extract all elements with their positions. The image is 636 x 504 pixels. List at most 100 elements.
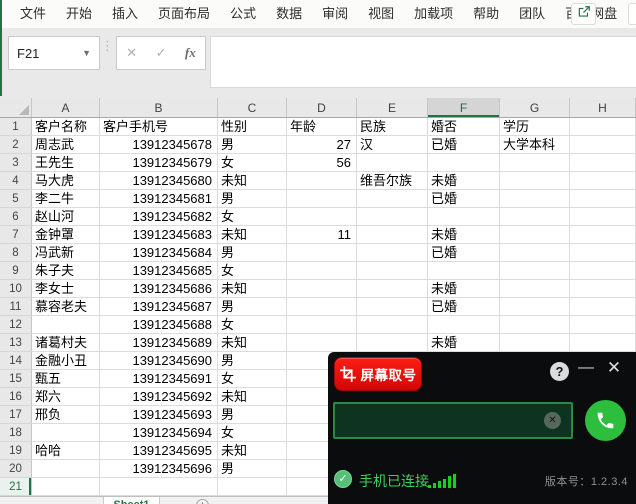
cell-H13[interactable] [570,334,636,352]
menu-item-文件[interactable]: 文件 [10,0,56,28]
cell-D12[interactable] [287,316,357,334]
cell-C16[interactable]: 未知 [218,388,287,406]
cell-D2[interactable]: 27 [287,136,357,154]
cell-A18[interactable] [32,424,100,442]
cell-E11[interactable] [357,298,428,316]
cell-E8[interactable] [357,244,428,262]
cell-E1[interactable]: 民族 [357,118,428,136]
row-header-16[interactable]: 16 [0,388,32,406]
cell-C17[interactable]: 男 [218,406,287,424]
name-box[interactable]: F21 ▼ [8,36,100,70]
cell-B14[interactable]: 13912345690 [100,352,218,370]
menu-item-加载项[interactable]: 加载项 [404,0,463,28]
cell-C1[interactable]: 性别 [218,118,287,136]
cell-H5[interactable] [570,190,636,208]
cell-G9[interactable] [500,262,570,280]
minimize-button[interactable]: — [575,356,597,380]
row-header-17[interactable]: 17 [0,406,32,424]
row-header-13[interactable]: 13 [0,334,32,352]
cell-C21[interactable] [218,478,287,496]
cell-E4[interactable]: 维吾尔族 [357,172,428,190]
row-header-18[interactable]: 18 [0,424,32,442]
cell-D11[interactable] [287,298,357,316]
cell-E13[interactable] [357,334,428,352]
row-header-12[interactable]: 12 [0,316,32,334]
cell-E10[interactable] [357,280,428,298]
row-header-10[interactable]: 10 [0,280,32,298]
cell-G1[interactable]: 学历 [500,118,570,136]
cell-G8[interactable] [500,244,570,262]
cell-B3[interactable]: 13912345679 [100,154,218,172]
cell-B11[interactable]: 13912345687 [100,298,218,316]
cell-F12[interactable] [428,316,500,334]
close-button[interactable]: ✕ [602,356,626,380]
cell-F4[interactable]: 未婚 [428,172,500,190]
row-header-4[interactable]: 4 [0,172,32,190]
cell-B4[interactable]: 13912345680 [100,172,218,190]
select-all-corner[interactable] [0,98,32,117]
cell-H11[interactable] [570,298,636,316]
menu-item-公式[interactable]: 公式 [220,0,266,28]
confirm-entry-icon[interactable]: ✓ [156,45,167,61]
cell-D4[interactable] [287,172,357,190]
cell-B12[interactable]: 13912345688 [100,316,218,334]
cell-G2[interactable]: 大学本科 [500,136,570,154]
cell-A6[interactable]: 赵山河 [32,208,100,226]
row-header-19[interactable]: 19 [0,442,32,460]
phone-number-input[interactable] [333,402,573,439]
row-header-7[interactable]: 7 [0,226,32,244]
column-header-B[interactable]: B [100,98,218,117]
menu-item-插入[interactable]: 插入 [102,0,148,28]
formula-input[interactable] [210,36,636,88]
cell-C5[interactable]: 男 [218,190,287,208]
cell-B6[interactable]: 13912345682 [100,208,218,226]
cell-E9[interactable] [357,262,428,280]
cell-G10[interactable] [500,280,570,298]
menu-item-团队[interactable]: 团队 [509,0,555,28]
cell-C8[interactable]: 男 [218,244,287,262]
cell-C10[interactable]: 未知 [218,280,287,298]
row-header-1[interactable]: 1 [0,118,32,136]
menu-item-开始[interactable]: 开始 [56,0,102,28]
cell-A4[interactable]: 马大虎 [32,172,100,190]
cell-A15[interactable]: 甄五 [32,370,100,388]
row-header-14[interactable]: 14 [0,352,32,370]
cell-A17[interactable]: 邢负 [32,406,100,424]
column-header-G[interactable]: G [500,98,570,117]
cell-G7[interactable] [500,226,570,244]
cell-D5[interactable] [287,190,357,208]
column-header-D[interactable]: D [287,98,357,117]
row-header-20[interactable]: 20 [0,460,32,478]
column-header-E[interactable]: E [357,98,428,117]
cell-A9[interactable]: 朱子夫 [32,262,100,280]
cell-G12[interactable] [500,316,570,334]
cell-D6[interactable] [287,208,357,226]
cell-H4[interactable] [570,172,636,190]
cell-E7[interactable] [357,226,428,244]
cell-B19[interactable]: 13912345695 [100,442,218,460]
cell-F2[interactable]: 已婚 [428,136,500,154]
cell-C19[interactable]: 未知 [218,442,287,460]
cell-G11[interactable] [500,298,570,316]
cell-D1[interactable]: 年龄 [287,118,357,136]
cell-H9[interactable] [570,262,636,280]
name-box-caret-icon[interactable]: ▼ [82,48,91,58]
cell-B2[interactable]: 13912345678 [100,136,218,154]
cell-F8[interactable]: 已婚 [428,244,500,262]
cell-F5[interactable]: 已婚 [428,190,500,208]
column-header-C[interactable]: C [218,98,287,117]
cell-A16[interactable]: 郑六 [32,388,100,406]
cell-B9[interactable]: 13912345685 [100,262,218,280]
menu-item-审阅[interactable]: 审阅 [312,0,358,28]
cell-D13[interactable] [287,334,357,352]
cell-E5[interactable] [357,190,428,208]
cell-F10[interactable]: 未婚 [428,280,500,298]
cell-C18[interactable]: 女 [218,424,287,442]
dial-button[interactable] [585,400,626,441]
cell-C9[interactable]: 女 [218,262,287,280]
cell-C3[interactable]: 女 [218,154,287,172]
cell-C7[interactable]: 未知 [218,226,287,244]
cell-H7[interactable] [570,226,636,244]
screen-capture-number-button[interactable]: 屏幕取号 [334,357,422,391]
cell-B10[interactable]: 13912345686 [100,280,218,298]
